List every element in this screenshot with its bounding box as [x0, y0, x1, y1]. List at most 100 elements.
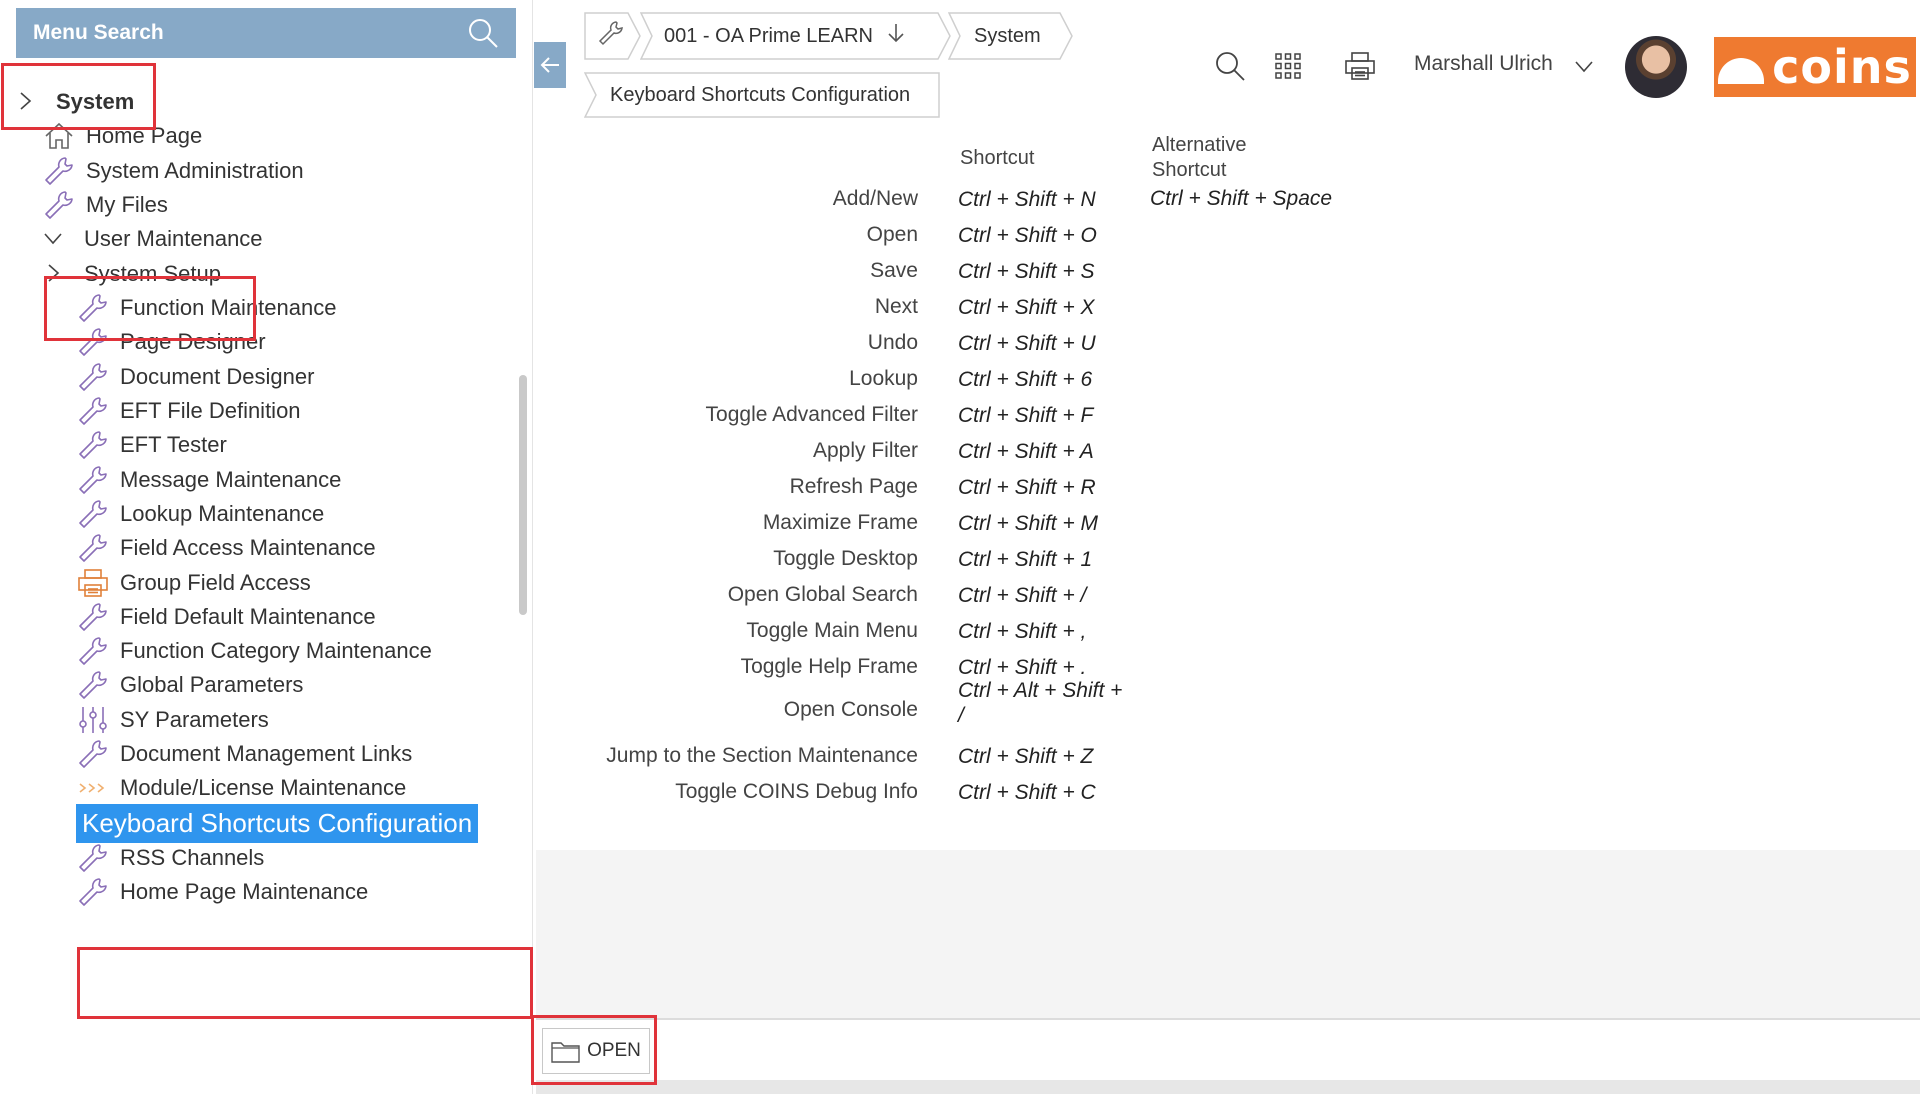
breadcrumb-page: Keyboard Shortcuts Configuration [584, 72, 940, 118]
sidebar-item-label: Home Page Maintenance [120, 879, 369, 904]
shortcut-value-line: Ctrl + Shift + F [958, 404, 1094, 427]
sidebar-item-user-maintenance[interactable]: User Maintenance [42, 219, 263, 259]
sidebar-item-label: Group Field Access [120, 570, 311, 595]
shortcut-value-line: Ctrl + Shift + , [958, 620, 1087, 643]
arrow-down-icon[interactable] [885, 22, 907, 50]
breadcrumb-module-label: System [974, 24, 1041, 47]
sidebar-item-label: Document Management Links [120, 741, 413, 766]
shortcut-action-label: Lookup [849, 367, 918, 390]
shortcut-value: Ctrl + Shift + Z [958, 744, 1093, 769]
sidebar-item-label: Field Default Maintenance [120, 604, 376, 629]
shortcut-value: Ctrl + Shift + 6 [958, 367, 1092, 392]
breadcrumb-company[interactable]: 001 - OA Prime LEARN [640, 12, 952, 60]
search-icon[interactable] [466, 16, 500, 50]
shortcut-value-line: Ctrl + Alt + Shift + [958, 679, 1123, 702]
user-name[interactable]: Marshall Ulrich [1414, 52, 1553, 76]
apps-grid-icon[interactable] [1272, 50, 1304, 82]
shortcut-value-line: Ctrl + Shift + X [958, 296, 1095, 319]
sidebar-item-field-access-maintenance[interactable]: Field Access Maintenance [76, 528, 376, 568]
wrench-icon [76, 428, 110, 462]
sidebar-item-eft-tester[interactable]: EFT Tester [76, 425, 227, 465]
printer-icon[interactable] [1342, 48, 1378, 84]
shortcut-value-line: Ctrl + Shift + 1 [958, 548, 1093, 571]
collapse-sidebar-button[interactable] [534, 42, 566, 88]
shortcut-alternative-value: Ctrl + Shift + Space [1150, 187, 1333, 210]
highlight-keyboard-shortcuts [77, 947, 533, 1019]
shortcut-value: Ctrl + Shift + S [958, 259, 1095, 284]
shortcut-value-line: Ctrl + Shift + 6 [958, 368, 1093, 391]
shortcut-value-line: Ctrl + Shift + C [958, 781, 1096, 804]
sidebar-item-label: Message Maintenance [120, 467, 342, 492]
shortcut-action-label: Jump to the Section Maintenance [606, 744, 918, 767]
breadcrumb-home[interactable] [584, 12, 642, 60]
wrench-icon [42, 154, 76, 188]
column-header-alternative-line2: Shortcut [1152, 159, 1227, 181]
wrench-icon [42, 188, 76, 222]
shortcut-action-label: Open [866, 223, 918, 246]
footer-toolbar [536, 1020, 1920, 1080]
sidebar-item-label: Lookup Maintenance [120, 501, 325, 526]
sidebar-item-label: RSS Channels [120, 845, 265, 870]
sidebar-scrollbar[interactable] [519, 375, 527, 615]
shortcut-value-line: Ctrl + Shift + N [958, 188, 1096, 211]
sidebar-item-global-parameters[interactable]: Global Parameters [76, 665, 303, 705]
chevron-down-icon[interactable] [42, 227, 66, 251]
shortcut-action-label: Undo [867, 331, 918, 354]
sidebar-item-label: Function Category Maintenance [120, 638, 432, 663]
shortcut-value: Ctrl + Shift + R [958, 475, 1096, 500]
shortcut-value-line: Ctrl + Shift + U [958, 332, 1096, 355]
wrench-icon [76, 668, 110, 702]
chevron-down-icon[interactable] [1572, 54, 1596, 78]
column-header-shortcut: Shortcut [960, 147, 1035, 169]
shortcut-value-line: / [958, 704, 964, 727]
sidebar-item-label: Document Designer [120, 364, 315, 389]
sliders-icon [76, 703, 110, 737]
wrench-icon [76, 600, 110, 634]
wrench-icon [76, 737, 110, 771]
sidebar-item-label: System Administration [86, 158, 304, 183]
sidebar-item-label: Module/License Maintenance [120, 775, 407, 800]
logo-text: coins [1772, 40, 1912, 94]
highlight-open-button [531, 1015, 657, 1085]
wrench-icon [596, 18, 626, 54]
breadcrumb-company-label: 001 - OA Prime LEARN [664, 24, 873, 47]
wrench-icon [76, 841, 110, 875]
shortcut-action-label: Add/New [832, 187, 918, 210]
shortcut-value: Ctrl + Shift + U [958, 331, 1096, 356]
sidebar-item-label: Keyboard Shortcuts Configuration [76, 803, 479, 843]
shortcut-value: Ctrl + Shift + . [958, 655, 1086, 680]
printer-icon [76, 566, 110, 600]
shortcut-action-label: Toggle Desktop [773, 547, 918, 570]
avatar[interactable] [1625, 36, 1687, 98]
shortcut-action-label: Toggle Main Menu [746, 619, 918, 642]
shortcut-value: Ctrl + Shift + C [958, 780, 1096, 805]
shortcut-action-label: Save [870, 259, 918, 282]
footer-bottom-strip [536, 1080, 1920, 1094]
sidebar-item-label: EFT Tester [120, 432, 227, 457]
shortcut-value: Ctrl + Shift + / [958, 583, 1086, 608]
shortcut-value: Ctrl + Shift + M [958, 511, 1098, 536]
sidebar-item-label: Global Parameters [120, 672, 304, 697]
arrow-left-icon [540, 57, 559, 73]
chevrons-icon [76, 771, 110, 805]
sidebar-item-keyboard-shortcuts-configuration[interactable]: Keyboard Shortcuts Configuration [76, 803, 479, 843]
shortcut-value: Ctrl + Shift + O [958, 223, 1097, 248]
search-icon[interactable] [1212, 48, 1248, 84]
breadcrumb-module[interactable]: System [948, 12, 1074, 60]
sidebar-item-home-page-maintenance[interactable]: Home Page Maintenance [76, 872, 368, 912]
app-window: Menu Search System Home Page System Admini… [0, 0, 1920, 1094]
shortcut-action-label: Apply Filter [812, 439, 918, 462]
shortcuts-panel [536, 130, 1920, 850]
coins-logo: coins [1714, 37, 1916, 97]
shortcut-value: Ctrl + Shift + F [958, 403, 1093, 428]
shortcut-value-line: Ctrl + Shift + / [958, 584, 1087, 607]
shortcut-value-line: Ctrl + Shift + M [958, 512, 1099, 535]
wrench-icon [76, 360, 110, 394]
wrench-icon [76, 634, 110, 668]
sidebar-item-module-license-maintenance[interactable]: Module/License Maintenance [76, 768, 406, 808]
shortcut-action-label: Maximize Frame [762, 511, 918, 534]
shortcut-value: Ctrl + Shift + 1 [958, 547, 1092, 572]
menu-search-bar[interactable]: Menu Search [16, 8, 516, 58]
wrench-icon [76, 463, 110, 497]
shortcut-value-line: Ctrl + Shift + S [958, 260, 1095, 283]
